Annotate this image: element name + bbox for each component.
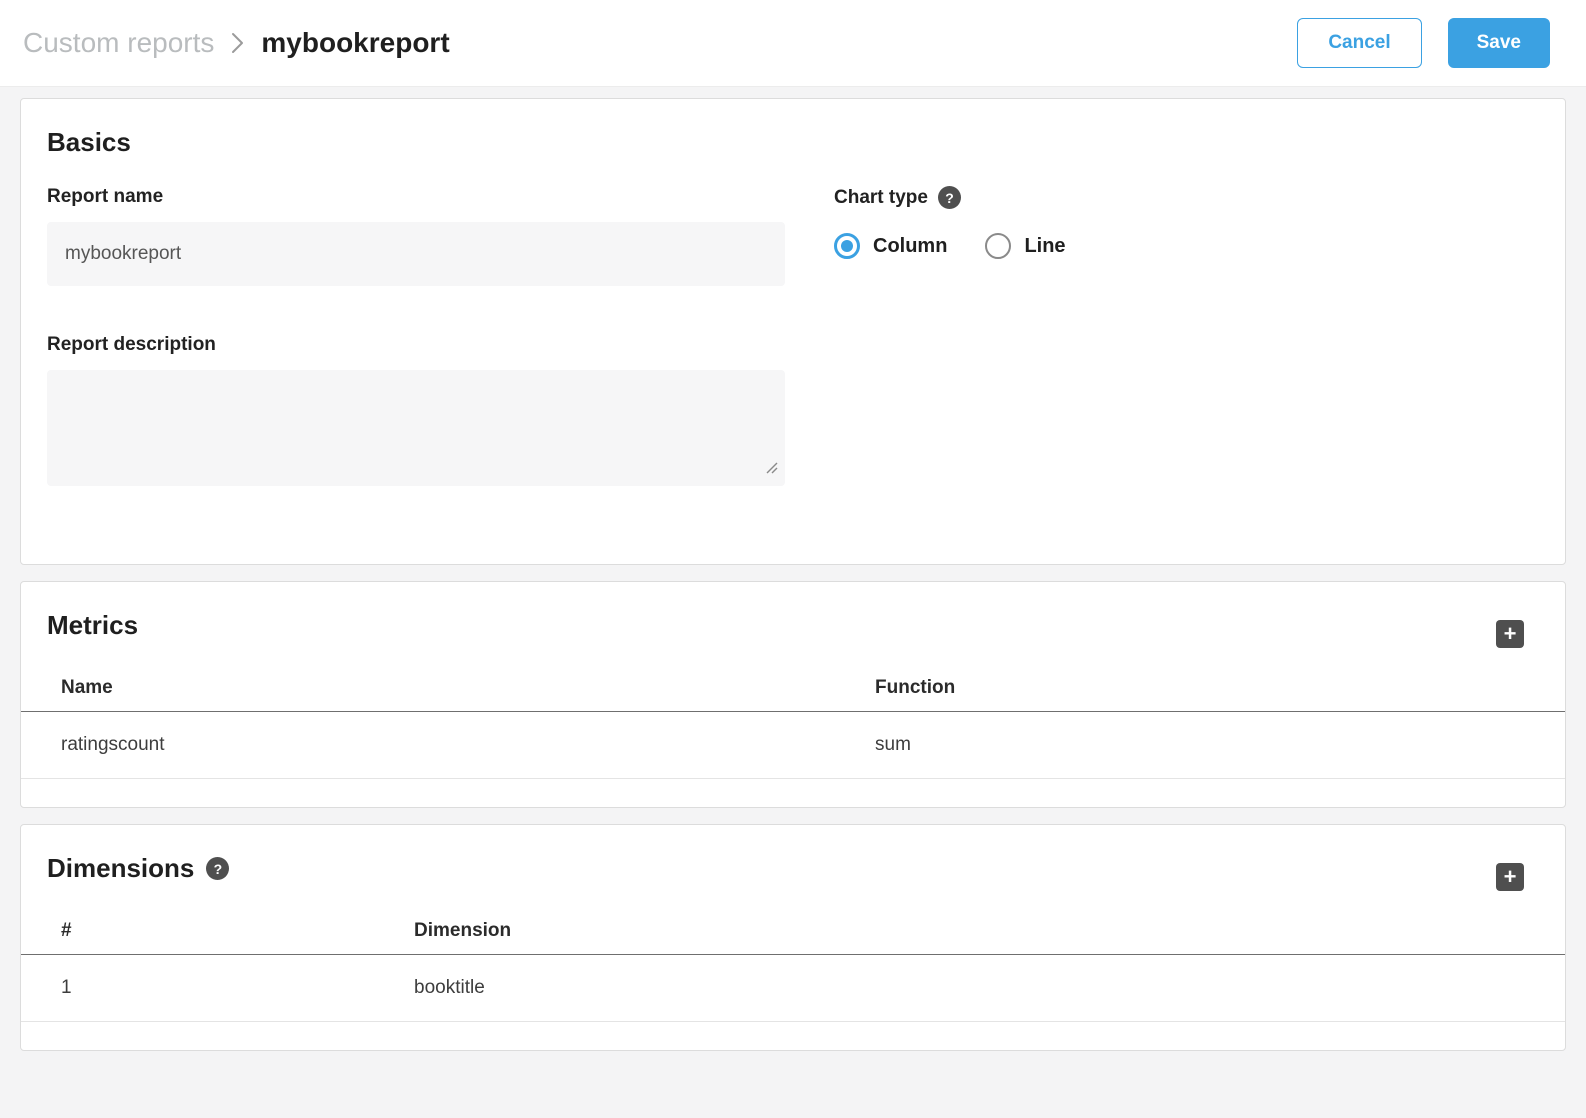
chart-type-help-icon[interactable]: ?	[938, 186, 961, 209]
chart-type-column-radio[interactable]: Column	[834, 233, 947, 259]
report-description-label: Report description	[47, 334, 785, 356]
report-description-wrap	[47, 370, 785, 486]
radio-selected-icon	[834, 233, 860, 259]
report-description-input[interactable]	[47, 370, 785, 486]
table-row[interactable]: ratingscount sum	[21, 712, 1565, 779]
dimensions-card: Dimensions ? + # Dimension 1 booktitle	[20, 824, 1566, 1051]
chart-type-label-row: Chart type ?	[834, 186, 1066, 209]
add-dimension-button[interactable]: +	[1496, 863, 1524, 891]
chart-type-column-label: Column	[873, 235, 947, 258]
top-bar: Custom reports mybookreport Cancel Save	[0, 0, 1586, 87]
metrics-card: Metrics + Name Function ratingscount sum	[20, 581, 1566, 808]
metrics-table-header: Name Function	[21, 664, 1565, 712]
dimensions-title-row: Dimensions ?	[47, 853, 229, 884]
dimension-name-cell: booktitle	[414, 977, 1565, 999]
metrics-col-function: Function	[875, 677, 1565, 699]
dimensions-table: # Dimension 1 booktitle	[21, 907, 1565, 1022]
basics-card: Basics Report name Report description	[20, 98, 1566, 565]
dimensions-table-header: # Dimension	[21, 907, 1565, 955]
add-metric-button[interactable]: +	[1496, 620, 1524, 648]
metrics-head-row: Metrics +	[21, 582, 1565, 648]
chart-type-line-radio[interactable]: Line	[985, 233, 1065, 259]
chart-type-line-label: Line	[1024, 235, 1065, 258]
metrics-title: Metrics	[47, 610, 138, 641]
dimensions-col-dimension: Dimension	[414, 920, 1565, 942]
cancel-button[interactable]: Cancel	[1297, 18, 1421, 68]
metric-name-cell: ratingscount	[61, 734, 875, 756]
basics-title: Basics	[47, 127, 1539, 158]
chevron-right-icon	[230, 30, 245, 56]
breadcrumb-parent[interactable]: Custom reports	[23, 27, 214, 59]
metric-function-cell: sum	[875, 734, 1565, 756]
chart-type-label: Chart type	[834, 187, 928, 209]
dimensions-head-row: Dimensions ? +	[21, 825, 1565, 891]
report-name-input[interactable]	[47, 222, 785, 286]
dimensions-col-index: #	[61, 920, 414, 942]
metrics-title-row: Metrics	[47, 610, 138, 641]
dimensions-help-icon[interactable]: ?	[206, 857, 229, 880]
header-actions: Cancel Save	[1297, 18, 1550, 68]
main-content: Basics Report name Report description	[0, 87, 1586, 1051]
breadcrumb: Custom reports mybookreport	[23, 27, 450, 59]
radio-unselected-icon	[985, 233, 1011, 259]
dimension-index-cell: 1	[61, 977, 414, 999]
table-row[interactable]: 1 booktitle	[21, 955, 1565, 1022]
basics-grid: Report name Report description Chart typ…	[47, 186, 1539, 486]
dimensions-title: Dimensions	[47, 853, 194, 884]
metrics-col-name: Name	[61, 677, 875, 699]
metrics-table: Name Function ratingscount sum	[21, 664, 1565, 779]
basics-right-column: Chart type ? Column Line	[834, 186, 1066, 486]
save-button[interactable]: Save	[1448, 18, 1550, 68]
chart-type-radio-group: Column Line	[834, 233, 1066, 259]
report-name-label: Report name	[47, 186, 785, 208]
breadcrumb-current: mybookreport	[261, 27, 449, 59]
basics-left-column: Report name Report description	[47, 186, 785, 486]
